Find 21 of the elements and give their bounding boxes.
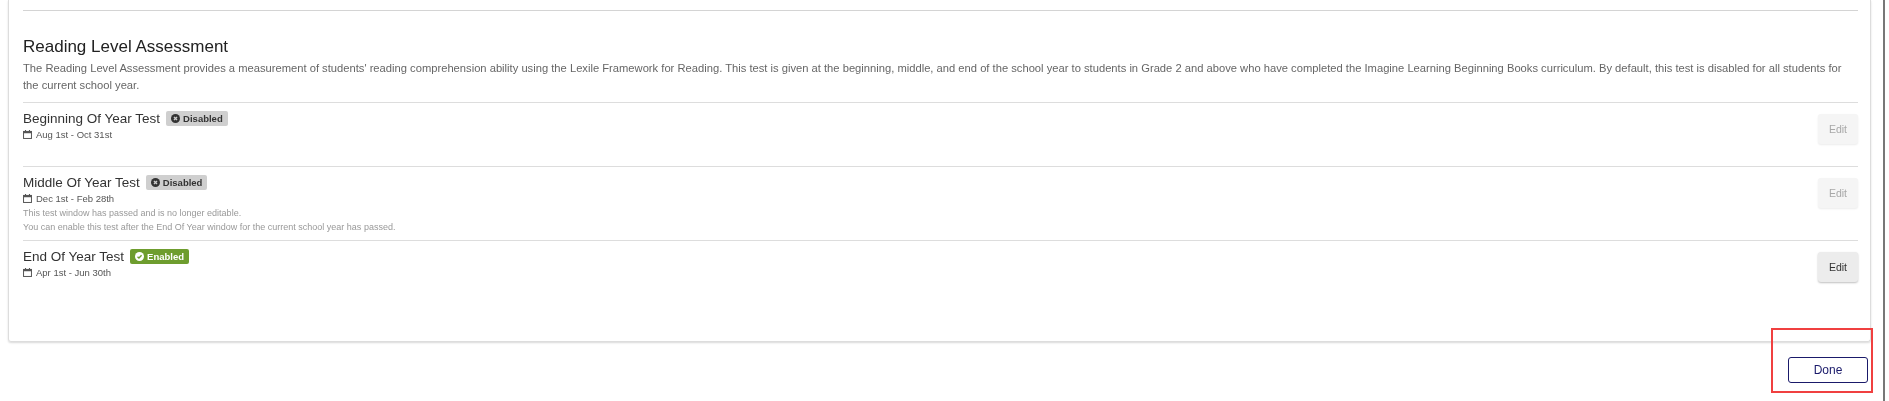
test-name: Middle Of Year Test xyxy=(23,175,140,190)
calendar-icon xyxy=(23,194,32,203)
note-text: You can enable this test after the End Of Year window for the current school year has passed. xyxy=(23,222,396,232)
status-label: Disabled xyxy=(162,177,203,188)
date-range: Dec 1st - Feb 28th xyxy=(36,193,115,204)
note-text: This test window has passed and is no longer editable. xyxy=(23,208,243,218)
calendar-icon xyxy=(23,130,32,139)
section-title: Reading Level Assessment xyxy=(23,37,230,57)
test-name: End Of Year Test xyxy=(23,249,125,264)
section-description: The Reading Level Assessment provides a measurement of students' reading comprehension ability using the Lexile Framework for Reading. This test is given at the beginning, middle, and end of the school year to students in Grade 2 and above who have completed the Imagine Learning Beginning Books curriculum. By default, this test is disabled for all students for the current school year. xyxy=(23,61,1843,93)
check-circle-icon xyxy=(135,252,145,261)
date-range: Apr 1st - Jun 30th xyxy=(36,267,111,278)
date-range: Aug 1st - Oct 31st xyxy=(36,129,113,140)
status-label: Enabled xyxy=(147,251,185,262)
done-button[interactable]: Done xyxy=(1788,357,1868,383)
status-label: Disabled xyxy=(183,113,223,124)
x-circle-icon xyxy=(171,114,181,123)
edit-button[interactable]: Edit xyxy=(1817,252,1858,282)
calendar-icon xyxy=(23,268,32,277)
test-name: Beginning Of Year Test xyxy=(23,111,161,126)
x-circle-icon xyxy=(150,178,160,187)
